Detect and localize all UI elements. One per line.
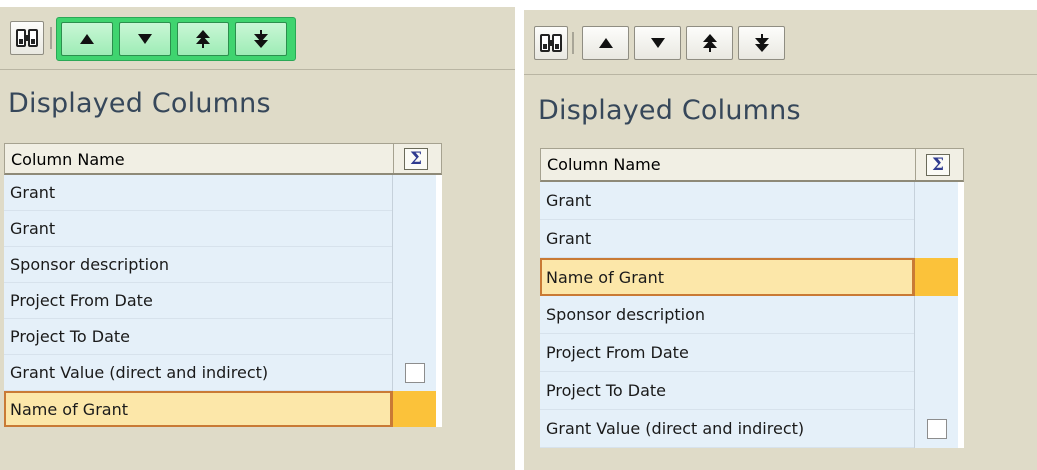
- column-name-cell[interactable]: Project From Date: [540, 334, 914, 372]
- sigma-icon[interactable]: Σ: [404, 147, 428, 170]
- sum-cell[interactable]: [914, 258, 958, 296]
- arrow-top-icon[interactable]: [686, 26, 733, 60]
- panel-top-strip: [524, 0, 1037, 10]
- arrow-up-icon[interactable]: [61, 22, 113, 56]
- table-row[interactable]: Project From Date: [4, 283, 442, 319]
- table-header: Column Name Σ: [4, 143, 442, 175]
- column-name-header[interactable]: Column Name: [547, 155, 661, 174]
- sum-cell[interactable]: [392, 175, 436, 211]
- table-row[interactable]: Grant Value (direct and indirect): [540, 410, 964, 448]
- column-name-header[interactable]: Column Name: [11, 150, 125, 169]
- column-name-cell[interactable]: Project From Date: [4, 283, 392, 319]
- arrow-down-icon[interactable]: [119, 22, 171, 56]
- table-body: Grant Grant Sponsor description Project Fro…: [4, 175, 442, 427]
- sum-checkbox[interactable]: [404, 363, 425, 383]
- arrow-bottom-icon[interactable]: [235, 22, 287, 56]
- arrow-down-icon[interactable]: [634, 26, 681, 60]
- toolbar-separator: [572, 32, 574, 54]
- sum-cell[interactable]: [392, 319, 436, 355]
- toolbar-separator: [50, 27, 52, 49]
- column-name-cell[interactable]: Sponsor description: [540, 296, 914, 334]
- column-name-cell[interactable]: Grant Value (direct and indirect): [4, 355, 392, 391]
- column-name-cell[interactable]: Grant: [540, 182, 914, 220]
- sum-cell[interactable]: [392, 283, 436, 319]
- table-row[interactable]: Grant: [4, 211, 442, 247]
- section-title: Displayed Columns: [538, 95, 801, 126]
- move-buttons-group: [56, 17, 296, 61]
- column-name-cell[interactable]: Grant Value (direct and indirect): [540, 410, 914, 448]
- displayed-columns-panel-after: Displayed Columns Column Name Σ Grant Gra…: [524, 0, 1037, 470]
- sum-column-header[interactable]: Σ: [915, 149, 960, 180]
- table-row[interactable]: Project From Date: [540, 334, 964, 372]
- column-name-cell[interactable]: Name of Grant: [4, 391, 392, 427]
- table-row[interactable]: Grant Value (direct and indirect): [4, 355, 442, 391]
- table-row[interactable]: Grant: [540, 220, 964, 258]
- arrow-up-icon[interactable]: [582, 26, 629, 60]
- table-body: Grant Grant Name of Grant Sponsor descripti…: [540, 182, 964, 448]
- sum-checkbox[interactable]: [926, 419, 947, 439]
- table-row[interactable]: Name of Grant: [4, 391, 442, 427]
- column-name-cell[interactable]: Name of Grant: [540, 258, 914, 296]
- sum-cell[interactable]: [392, 247, 436, 283]
- toolbar: [0, 7, 515, 70]
- binoculars-icon[interactable]: [10, 21, 44, 55]
- column-name-cell[interactable]: Grant: [540, 220, 914, 258]
- table-row[interactable]: Sponsor description: [540, 296, 964, 334]
- panel-top-strip: [0, 0, 515, 7]
- arrow-top-icon[interactable]: [177, 22, 229, 56]
- column-name-cell[interactable]: Grant: [4, 175, 392, 211]
- section-title: Displayed Columns: [8, 88, 271, 119]
- sum-cell[interactable]: [914, 334, 958, 372]
- sum-cell[interactable]: [914, 296, 958, 334]
- sum-cell[interactable]: [392, 211, 436, 247]
- column-name-cell[interactable]: Grant: [4, 211, 392, 247]
- sum-cell[interactable]: [392, 355, 436, 391]
- column-name-cell[interactable]: Project To Date: [4, 319, 392, 355]
- binoculars-icon[interactable]: [534, 26, 568, 60]
- columns-table: Column Name Σ Grant Grant Sponsor descript…: [4, 143, 442, 427]
- table-row[interactable]: Sponsor description: [4, 247, 442, 283]
- sum-cell[interactable]: [914, 220, 958, 258]
- sum-cell[interactable]: [392, 391, 436, 427]
- sum-cell[interactable]: [914, 372, 958, 410]
- column-name-cell[interactable]: Project To Date: [540, 372, 914, 410]
- sum-cell[interactable]: [914, 182, 958, 220]
- table-row[interactable]: Grant: [540, 182, 964, 220]
- columns-table: Column Name Σ Grant Grant Name of Grant Spo…: [540, 148, 964, 448]
- table-row[interactable]: Project To Date: [540, 372, 964, 410]
- move-buttons-group: [582, 24, 802, 68]
- arrow-bottom-icon[interactable]: [738, 26, 785, 60]
- displayed-columns-panel-before: Displayed Columns Column Name Σ Grant Gra…: [0, 0, 515, 470]
- sum-column-header[interactable]: Σ: [393, 144, 438, 173]
- sum-cell[interactable]: [914, 410, 958, 448]
- column-name-cell[interactable]: Sponsor description: [4, 247, 392, 283]
- toolbar: [524, 10, 1037, 75]
- table-header: Column Name Σ: [540, 148, 964, 182]
- table-row[interactable]: Name of Grant: [540, 258, 964, 296]
- table-row[interactable]: Project To Date: [4, 319, 442, 355]
- sigma-icon[interactable]: Σ: [926, 153, 950, 176]
- table-row[interactable]: Grant: [4, 175, 442, 211]
